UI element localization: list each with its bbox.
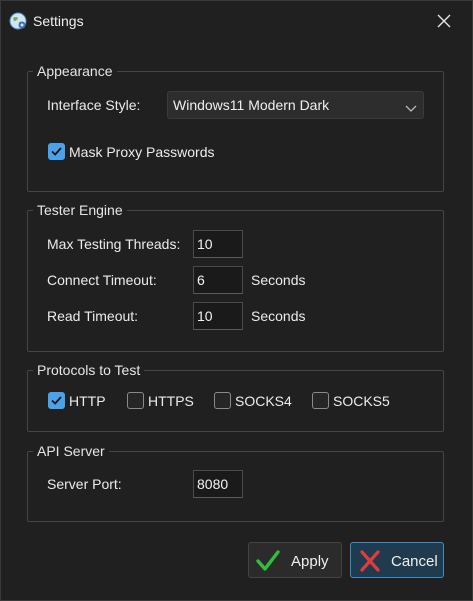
settings-dialog: Settings Appearance Interface Style: Win… [0,0,473,601]
connect-timeout-field[interactable] [193,266,243,294]
connect-timeout-unit: Seconds [251,272,306,288]
mask-passwords-label[interactable]: Mask Proxy Passwords [69,144,214,160]
read-timeout-unit: Seconds [251,308,306,324]
window-title: Settings [33,13,84,29]
connect-timeout-input[interactable] [194,267,242,293]
cancel-button[interactable]: Cancel [350,542,444,578]
interface-style-label: Interface Style: [47,97,141,113]
title-bar[interactable]: Settings [1,1,472,41]
appearance-legend: Appearance [37,63,113,79]
max-threads-label: Max Testing Threads: [47,236,181,252]
socks5-label[interactable]: SOCKS5 [333,393,390,409]
read-timeout-field[interactable] [193,302,243,330]
cross-icon [357,548,383,577]
connect-timeout-label: Connect Timeout: [47,272,157,288]
apply-button[interactable]: Apply [248,542,342,578]
appearance-group: Appearance [27,63,444,192]
interface-style-dropdown[interactable]: Windows11 Modern Dark [167,91,424,119]
globe-app-icon [9,12,27,30]
api-server-legend: API Server [37,443,105,459]
server-port-label: Server Port: [47,476,122,492]
http-checkbox[interactable] [48,392,65,409]
server-port-input[interactable] [194,471,242,497]
checkmark-icon [255,548,281,577]
max-threads-input[interactable] [194,231,242,257]
socks5-checkbox[interactable] [312,392,329,409]
chevron-down-icon [405,100,417,116]
https-checkbox[interactable] [127,392,144,409]
read-timeout-input[interactable] [194,303,242,329]
max-threads-field[interactable] [193,230,243,258]
apply-label: Apply [291,553,329,570]
socks4-label[interactable]: SOCKS4 [235,393,292,409]
interface-style-value: Windows11 Modern Dark [173,97,330,113]
http-label[interactable]: HTTP [69,393,106,409]
cancel-label: Cancel [391,553,438,570]
mask-passwords-checkbox[interactable] [48,143,65,160]
tester-engine-legend: Tester Engine [37,202,123,218]
socks4-checkbox[interactable] [214,392,231,409]
protocols-legend: Protocols to Test [37,362,141,378]
close-icon[interactable] [427,5,461,37]
server-port-field[interactable] [193,470,243,498]
https-label[interactable]: HTTPS [148,393,194,409]
read-timeout-label: Read Timeout: [47,308,139,324]
